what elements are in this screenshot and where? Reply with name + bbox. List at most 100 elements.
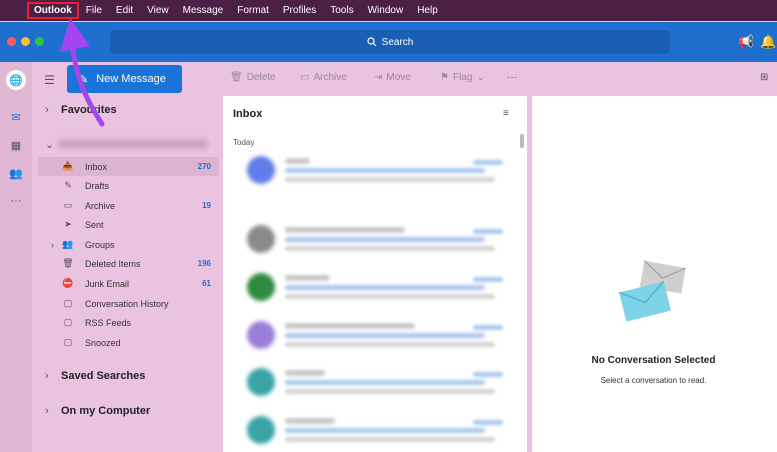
chevron-down-icon: ⌄ xyxy=(476,72,485,83)
flag-label: Flag xyxy=(452,72,473,83)
preview-blurred xyxy=(285,294,495,299)
chevron-right-icon: › xyxy=(45,370,49,382)
folder-groups[interactable]: › 👥 Groups xyxy=(38,235,219,254)
sender-blurred xyxy=(285,158,310,164)
archive-button[interactable]: ▭ Archive xyxy=(300,72,347,83)
folder-label: Groups xyxy=(85,239,115,250)
menu-format[interactable]: Format xyxy=(230,5,276,16)
subject-blurred xyxy=(285,237,485,242)
chevron-right-icon: › xyxy=(45,405,49,417)
envelopes-illustration xyxy=(618,260,686,322)
archive-icon: ▭ xyxy=(300,72,310,83)
folder-label: Snoozed xyxy=(85,337,121,348)
empty-state-title: No Conversation Selected xyxy=(591,355,716,366)
folder-conversation-history[interactable]: ▢ Conversation History xyxy=(38,294,219,313)
menu-file[interactable]: File xyxy=(79,5,109,16)
trash-icon: 🗑 xyxy=(62,258,74,268)
message-row[interactable] xyxy=(233,152,513,188)
saved-searches-header[interactable]: › Saved Searches xyxy=(45,370,145,382)
folder-snoozed[interactable]: ▢ Snoozed xyxy=(38,333,219,352)
folder-label: Sent xyxy=(85,219,104,230)
calendar-icon[interactable]: ▦ xyxy=(6,135,26,155)
trash-icon: 🗑 xyxy=(230,72,243,83)
flag-button[interactable]: ⚑ Flag ⌄ xyxy=(440,72,485,83)
folder-label: Junk Email xyxy=(85,278,130,289)
group-header-today: Today xyxy=(233,138,255,147)
on-my-computer-label: On my Computer xyxy=(61,405,151,417)
more-actions-icon[interactable]: ··· xyxy=(507,72,517,83)
reading-pane-toggle-icon[interactable]: ⊞ xyxy=(760,72,768,83)
drafts-icon: ✎ xyxy=(64,180,72,190)
time-blurred xyxy=(473,277,503,282)
time-blurred xyxy=(473,372,503,377)
list-title: Inbox xyxy=(233,108,263,120)
delete-button[interactable]: 🗑 Delete xyxy=(230,72,276,83)
preview-blurred xyxy=(285,389,495,394)
subject-blurred xyxy=(285,285,485,290)
minimize-window-button[interactable] xyxy=(21,37,30,46)
window-titlebar: Search 📢 🔔 xyxy=(0,22,777,62)
megaphone-icon[interactable]: 📢 xyxy=(738,34,754,50)
time-blurred xyxy=(473,420,503,425)
toolbar: ☰ ✎ New Message 🗑 Delete ▭ Archive ⇥ Move ⚑… xyxy=(32,62,777,96)
menu-message[interactable]: Message xyxy=(176,5,231,16)
sent-icon: ➤ xyxy=(64,219,72,229)
move-icon: ⇥ xyxy=(374,72,383,83)
filter-icon[interactable]: ≡ xyxy=(503,108,509,119)
bell-icon[interactable]: 🔔 xyxy=(760,34,776,50)
sender-blurred xyxy=(285,275,330,281)
groups-icon: 👥 xyxy=(62,239,74,249)
folder-archive[interactable]: ▭ Archive 19 xyxy=(38,196,219,215)
sender-blurred xyxy=(285,418,335,424)
folder-label: Drafts xyxy=(85,180,110,191)
mail-icon[interactable]: ✉ xyxy=(6,107,26,127)
chevron-right-icon[interactable]: › xyxy=(51,240,54,250)
folder-rss-feeds[interactable]: ▢ RSS Feeds xyxy=(38,313,219,332)
menu-help[interactable]: Help xyxy=(410,5,445,16)
menu-window[interactable]: Window xyxy=(361,5,411,16)
annotation-arrow xyxy=(60,18,105,127)
time-blurred xyxy=(473,229,503,234)
globe-icon[interactable]: 🌐 xyxy=(6,70,26,90)
archive-icon: ▭ xyxy=(63,200,73,210)
more-icon[interactable]: ··· xyxy=(6,191,26,211)
message-row[interactable] xyxy=(233,269,513,305)
folder-inbox[interactable]: 📥 Inbox 270 xyxy=(38,157,219,176)
subject-blurred xyxy=(285,168,485,173)
chevron-down-icon: ⌄ xyxy=(45,139,55,151)
account-header[interactable]: ⌄ xyxy=(45,138,55,151)
people-icon[interactable]: 👥 xyxy=(6,163,26,183)
subject-blurred xyxy=(285,333,485,338)
folder-icon: ▢ xyxy=(63,317,73,327)
folder-label: Inbox xyxy=(85,161,108,172)
message-row[interactable] xyxy=(233,412,513,448)
message-list: Inbox ≡ Today xyxy=(223,96,527,452)
folder-count: 19 xyxy=(202,201,211,210)
folder-drafts[interactable]: ✎ Drafts xyxy=(38,176,219,195)
preview-blurred xyxy=(285,342,495,347)
zoom-window-button[interactable] xyxy=(35,37,44,46)
folder-deleted-items[interactable]: 🗑 Deleted Items 196 xyxy=(38,254,219,273)
mac-menu-bar: Outlook File Edit View Message Format Pr… xyxy=(0,0,777,21)
move-button[interactable]: ⇥ Move xyxy=(374,72,411,83)
menu-profiles[interactable]: Profiles xyxy=(276,5,323,16)
folder-sent[interactable]: ➤ Sent xyxy=(38,215,219,234)
folder-junk-email[interactable]: ⛔ Junk Email 61 xyxy=(38,274,219,293)
menu-edit[interactable]: Edit xyxy=(109,5,140,16)
preview-blurred xyxy=(285,246,495,251)
inbox-icon: 📥 xyxy=(62,161,74,171)
subject-blurred xyxy=(285,380,485,385)
avatar xyxy=(247,416,275,444)
search-icon xyxy=(367,37,377,47)
on-my-computer-header[interactable]: › On my Computer xyxy=(45,405,150,417)
empty-state-subtitle: Select a conversation to read. xyxy=(600,376,707,385)
scrollbar[interactable] xyxy=(520,134,524,148)
menu-tools[interactable]: Tools xyxy=(323,5,360,16)
menu-view[interactable]: View xyxy=(140,5,176,16)
message-row[interactable] xyxy=(233,221,513,257)
close-window-button[interactable] xyxy=(7,37,16,46)
message-row[interactable] xyxy=(233,317,513,353)
message-row[interactable] xyxy=(233,364,513,400)
search-bar[interactable]: Search xyxy=(110,30,670,54)
folder-count: 270 xyxy=(197,162,211,171)
